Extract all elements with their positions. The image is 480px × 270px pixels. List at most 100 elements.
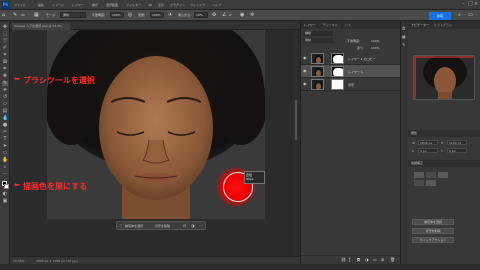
menu-view[interactable]: 表示 <box>158 3 164 7</box>
blur-tool-icon[interactable]: 💧 <box>2 116 8 121</box>
blend-mode-select[interactable]: 通常 <box>303 38 333 43</box>
brush-size-value[interactable]: 90 <box>21 13 25 17</box>
marquee-tool-icon[interactable]: ⬚ <box>2 32 8 37</box>
menu-type[interactable]: 書式 <box>92 3 98 7</box>
minimize-icon[interactable]: – <box>462 1 465 7</box>
drag-handle-icon[interactable]: ⋮ <box>119 223 123 228</box>
prop-h-field[interactable]: 1200 px <box>447 140 467 145</box>
layer-row[interactable]: ◉ 背景 <box>301 78 401 91</box>
link-icon[interactable]: ⛓ <box>341 257 346 262</box>
prop-y-field[interactable]: 0 px <box>447 148 467 153</box>
eraser-tool-icon[interactable]: ▱ <box>2 102 8 107</box>
layer-opacity-value[interactable]: 100% <box>371 39 380 43</box>
eyedropper-tool-icon[interactable]: ✒ <box>2 67 8 72</box>
menu-window[interactable]: ウィンドウ <box>190 3 205 7</box>
pen-tool-icon[interactable]: ✑ <box>2 130 8 135</box>
menu-3d[interactable]: 3D <box>148 3 152 7</box>
frame-tool-icon[interactable]: ⊠ <box>2 60 8 65</box>
trash-icon[interactable]: 🗑 <box>390 257 395 262</box>
menu-select[interactable]: 選択範囲 <box>106 3 118 7</box>
mode-select[interactable]: 通常 <box>60 12 86 18</box>
transform-icon[interactable]: ⊡ <box>183 223 186 228</box>
document-tab[interactable]: Cheese-ヘアの選択.psd @ 33.3% <box>12 23 70 30</box>
fx-icon[interactable]: ƒ <box>349 257 350 262</box>
menu-filter[interactable]: フィルター <box>126 3 141 7</box>
menu-help[interactable]: ヘルプ <box>212 3 221 7</box>
zoom-level[interactable]: 33.33% <box>13 259 24 263</box>
menu-layer[interactable]: レイヤー <box>72 3 84 7</box>
smoothing-settings-icon[interactable]: ⚙ <box>212 12 216 18</box>
brush-settings-icon[interactable]: ▦ <box>34 12 39 18</box>
type-tool-icon[interactable]: T <box>2 137 8 142</box>
menu-edit[interactable]: 編集 <box>38 3 44 7</box>
history-panel-icon[interactable]: ⏱ <box>402 26 405 31</box>
tab-navigator[interactable]: ナビゲーター <box>411 23 429 27</box>
brush-tool-icon[interactable]: ✎ <box>2 81 8 86</box>
path-select-tool-icon[interactable]: ➤ <box>2 144 8 149</box>
layer-row[interactable]: ◉ レイヤー 1 のコピー <box>301 52 401 65</box>
navigator-preview[interactable] <box>413 55 475 100</box>
hand-tool-icon[interactable]: ✋ <box>2 158 8 163</box>
adjustment-icon[interactable]: ◑ <box>365 257 369 262</box>
zoom-tool-icon[interactable]: ⌕ <box>2 165 8 170</box>
swatches-panel-icon[interactable]: ▦ <box>402 34 406 39</box>
prop-w-field[interactable]: 1800 px <box>418 140 438 145</box>
home-icon[interactable]: ⌂ <box>2 12 5 18</box>
scrollbar-thumb[interactable] <box>295 100 297 140</box>
angle-value[interactable]: 0° <box>229 13 232 17</box>
opacity-field[interactable]: 100% <box>110 12 124 18</box>
workspace-icon[interactable]: ▭ <box>468 12 473 18</box>
quick-actions-button[interactable]: クイックアクション <box>412 237 454 243</box>
eye-icon[interactable]: ◉ <box>303 69 307 73</box>
layer-fill-value[interactable]: 100% <box>371 46 380 50</box>
menu-image[interactable]: イメージ <box>52 3 64 7</box>
layer-filter-select[interactable]: 種類 <box>303 31 333 36</box>
mask-icon[interactable]: ◘ <box>357 257 360 262</box>
brushes-panel-icon[interactable]: ✎ <box>402 42 405 47</box>
eye-icon[interactable]: ◉ <box>303 56 307 60</box>
menu-plugins[interactable]: プラグイン <box>170 3 185 7</box>
close-icon[interactable]: × <box>474 1 478 7</box>
layer-row-selected[interactable]: ◉ レイヤー 1 <box>301 65 401 78</box>
shape-tool-icon[interactable]: ▭ <box>2 151 8 156</box>
screen-mode-icon[interactable]: ▣ <box>2 199 8 204</box>
adjust-icon[interactable]: ◑ <box>191 223 195 228</box>
pressure-size-icon[interactable]: ◉ <box>240 12 244 18</box>
folder-icon[interactable]: ▭ <box>373 257 377 262</box>
gradient-tool-icon[interactable]: ▤ <box>2 109 8 114</box>
tab-channels[interactable]: チャンネル <box>323 23 338 27</box>
new-layer-icon[interactable]: ⊞ <box>381 257 384 262</box>
remove-background-panel-button[interactable]: 背景を削除 <box>412 228 454 234</box>
flow-field[interactable]: 100% <box>150 12 164 18</box>
move-tool-icon[interactable]: ✥ <box>2 25 8 30</box>
smoothing-field[interactable]: 10% <box>194 12 208 18</box>
symmetry-icon[interactable]: ✲ <box>250 12 254 18</box>
eye-icon[interactable]: ◉ <box>303 82 307 86</box>
maximize-icon[interactable]: □ <box>468 1 473 7</box>
tab-layers[interactable]: レイヤー <box>304 23 316 27</box>
dodge-tool-icon[interactable]: ● <box>2 123 8 128</box>
tab-histogram[interactable]: ヒストグラム <box>434 23 452 27</box>
quick-select-tool-icon[interactable]: ✐ <box>2 46 8 51</box>
background-color-swatch[interactable] <box>4 184 9 189</box>
select-subject-panel-button[interactable]: 被写体を選択 <box>412 219 454 225</box>
pressure-opacity-icon[interactable]: ◎ <box>128 12 132 18</box>
history-brush-tool-icon[interactable]: ↺ <box>2 95 8 100</box>
healing-brush-tool-icon[interactable]: ✚ <box>2 74 8 79</box>
select-subject-button[interactable]: 被写体を選択 <box>125 224 143 228</box>
airbrush-icon[interactable]: ✈ <box>168 12 172 18</box>
menu-file[interactable]: ファイル <box>14 3 26 7</box>
clone-stamp-tool-icon[interactable]: ⎈ <box>2 88 8 93</box>
crop-tool-icon[interactable]: ⌗ <box>2 53 8 58</box>
lasso-tool-icon[interactable]: ➰ <box>2 39 8 44</box>
prop-x-field[interactable]: 0 px <box>418 148 438 153</box>
search-icon[interactable]: ⌕ <box>458 12 461 18</box>
quick-mask-icon[interactable]: ◐ <box>2 192 8 197</box>
tab-paths[interactable]: パス <box>345 23 351 27</box>
more-tools-icon[interactable]: ⋯ <box>2 172 8 177</box>
more-options-icon[interactable]: ⋯ <box>199 223 203 228</box>
vertical-scrollbar[interactable] <box>294 30 298 256</box>
share-button[interactable]: 共有 <box>429 12 451 20</box>
brush-preset-icon[interactable]: ✎ <box>13 12 17 18</box>
remove-background-button[interactable]: 背景を削除 <box>155 224 170 228</box>
